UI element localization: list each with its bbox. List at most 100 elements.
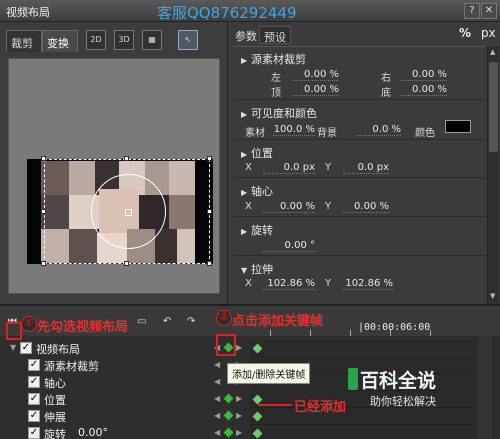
resize-handle[interactable] bbox=[207, 156, 212, 161]
track-label: 位置 bbox=[44, 394, 66, 407]
help-icon[interactable]: ? bbox=[464, 3, 480, 19]
prev-keyframe-icon[interactable]: ◀ bbox=[214, 428, 220, 437]
keyframe-marker[interactable] bbox=[252, 428, 263, 439]
collapse-arrow-icon[interactable]: ▶ bbox=[241, 227, 251, 236]
2d-mode-icon[interactable]: 2D bbox=[86, 30, 106, 50]
stretch-x-field[interactable]: 102.86 % bbox=[263, 278, 315, 290]
next-keyframe-icon[interactable]: ▶ bbox=[236, 343, 242, 352]
position-y-field[interactable]: 0.0 px bbox=[343, 162, 389, 174]
track-checkbox[interactable]: ✓ bbox=[28, 427, 40, 439]
crop-left-field[interactable]: 0.00 % bbox=[293, 69, 339, 81]
section-rotation[interactable]: ▶ 旋转 bbox=[241, 222, 273, 238]
position-x-label: X bbox=[245, 162, 252, 173]
resize-handle[interactable] bbox=[124, 156, 129, 161]
position-y-label: Y bbox=[325, 162, 332, 173]
prev-keyframe-icon[interactable]: ◀ bbox=[214, 411, 220, 420]
keyframe-marker[interactable] bbox=[252, 343, 263, 354]
next-keyframe-icon[interactable]: ▶ bbox=[236, 411, 242, 420]
stretch-y-field[interactable]: 102.86 % bbox=[343, 278, 393, 290]
tab-presets[interactable]: 预设 bbox=[259, 26, 291, 44]
track-checkbox[interactable]: ✓ bbox=[28, 376, 40, 388]
rotation-field[interactable]: 0.00 ° bbox=[263, 240, 315, 252]
color-swatch[interactable] bbox=[445, 120, 471, 133]
vertical-scrollbar[interactable]: ▲ ▼ bbox=[487, 46, 499, 304]
resize-handle[interactable] bbox=[124, 261, 129, 266]
collapse-arrow-icon[interactable]: ▶ bbox=[241, 188, 251, 197]
crop-bottom-field[interactable]: 0.00 % bbox=[401, 84, 447, 96]
track-row[interactable]: ✓ 伸展 ◀ ▶ bbox=[8, 408, 250, 425]
timeline-scrollbar[interactable] bbox=[478, 336, 492, 439]
3d-mode-icon[interactable]: 3D bbox=[114, 30, 134, 50]
grid-icon[interactable]: ▦ bbox=[142, 30, 162, 50]
annotation-step-2-number: ② bbox=[216, 310, 232, 326]
track-row[interactable]: ▼ ✓ 视频布局 ◀ ▶ bbox=[8, 340, 250, 357]
track-checkbox[interactable]: ✓ bbox=[28, 410, 40, 422]
tab-transform[interactable]: 变换 bbox=[42, 30, 78, 52]
collapse-arrow-icon[interactable]: ▶ bbox=[241, 150, 251, 159]
annotation-highlight-box bbox=[6, 322, 22, 340]
redo-icon[interactable]: ↷ bbox=[187, 316, 201, 328]
divider bbox=[233, 255, 485, 256]
track-checkbox[interactable]: ✓ bbox=[28, 359, 40, 371]
rotation-track-value[interactable]: 0.00° bbox=[78, 426, 108, 439]
track-row[interactable]: ✓ 旋转 0.00° ◀ ▶ bbox=[8, 425, 250, 439]
lane[interactable] bbox=[250, 340, 476, 357]
percent-unit-icon[interactable]: % bbox=[459, 26, 471, 40]
undo-icon[interactable]: ↶ bbox=[163, 316, 177, 328]
keyframe-marker[interactable] bbox=[252, 394, 263, 405]
scroll-thumb[interactable] bbox=[489, 62, 498, 152]
expand-arrow-icon[interactable]: ▼ bbox=[241, 266, 251, 275]
resize-handle[interactable] bbox=[207, 209, 212, 214]
close-icon[interactable]: ✕ bbox=[481, 3, 497, 19]
section-stretch[interactable]: ▼ 拉伸 bbox=[241, 261, 273, 277]
pointer-icon[interactable]: ↖ bbox=[178, 30, 198, 50]
section-pivot[interactable]: ▶ 轴心 bbox=[241, 183, 273, 199]
crop-top-label: 顶 bbox=[271, 88, 281, 99]
next-keyframe-icon[interactable]: ▶ bbox=[236, 394, 242, 403]
pivot-x-field[interactable]: 0.00 % bbox=[263, 201, 315, 213]
track-checkbox[interactable]: ✓ bbox=[20, 342, 32, 354]
px-unit-icon[interactable]: px bbox=[481, 26, 496, 40]
pivot-y-field[interactable]: 0.00 % bbox=[343, 201, 389, 213]
prev-keyframe-icon[interactable]: ◀ bbox=[214, 394, 220, 403]
position-x-field[interactable]: 0.0 px bbox=[263, 162, 315, 174]
next-keyframe-icon[interactable]: ▶ bbox=[236, 428, 242, 437]
crop-right-field[interactable]: 0.00 % bbox=[401, 69, 447, 81]
track-row[interactable]: ✓ 位置 ◀ ▶ bbox=[8, 391, 250, 408]
track-checkbox[interactable]: ✓ bbox=[28, 393, 40, 405]
section-position[interactable]: ▶ 位置 bbox=[241, 145, 273, 161]
prev-keyframe-icon[interactable]: ◀ bbox=[214, 377, 220, 386]
resize-handle[interactable] bbox=[41, 156, 46, 161]
collapse-arrow-icon[interactable]: ▶ bbox=[241, 56, 251, 65]
lane[interactable] bbox=[250, 425, 476, 439]
resize-handle[interactable] bbox=[207, 261, 212, 266]
collapse-arrow-icon[interactable]: ▶ bbox=[241, 110, 251, 119]
window-title: 视频布局 bbox=[6, 6, 50, 19]
tab-parameters[interactable]: 参数 bbox=[231, 26, 261, 44]
keyframe-marker[interactable] bbox=[223, 410, 234, 421]
comment-icon[interactable]: ▭ bbox=[137, 316, 151, 328]
expand-arrow-icon[interactable]: ▼ bbox=[10, 343, 16, 352]
material-opacity-field[interactable]: 100.0 % bbox=[273, 124, 315, 136]
keyframe-marker[interactable] bbox=[223, 427, 234, 438]
keyframe-marker[interactable] bbox=[223, 393, 234, 404]
keyframe-marker[interactable] bbox=[252, 411, 263, 422]
scroll-down-icon[interactable]: ▼ bbox=[490, 292, 495, 300]
preview-panel: 裁剪 变换 2D 3D ▦ ↖ bbox=[0, 22, 228, 304]
section-source-crop[interactable]: ▶ 源素材裁剪 bbox=[241, 51, 306, 67]
scroll-up-icon[interactable]: ▲ bbox=[490, 48, 495, 56]
divider bbox=[233, 139, 485, 140]
section-title: 旋转 bbox=[251, 224, 273, 237]
pivot-handle[interactable] bbox=[125, 209, 132, 216]
background-opacity-field[interactable]: 0.0 % bbox=[357, 124, 401, 136]
tooltip-add-keyframe: 添加/删除关键帧 bbox=[227, 363, 311, 384]
track-row[interactable]: ✓ 源素材裁剪 ◀ ▶ bbox=[8, 357, 250, 374]
crop-top-field[interactable]: 0.00 % bbox=[293, 84, 339, 96]
preview-canvas[interactable] bbox=[8, 58, 220, 294]
section-visibility[interactable]: ▶ 可见度和颜色 bbox=[241, 105, 317, 121]
track-row[interactable]: ✓ 轴心 ◀ ▶ bbox=[8, 374, 250, 391]
tab-crop[interactable]: 裁剪 bbox=[6, 30, 42, 52]
prev-keyframe-icon[interactable]: ◀ bbox=[214, 360, 220, 369]
resize-handle[interactable] bbox=[41, 209, 46, 214]
resize-handle[interactable] bbox=[41, 261, 46, 266]
